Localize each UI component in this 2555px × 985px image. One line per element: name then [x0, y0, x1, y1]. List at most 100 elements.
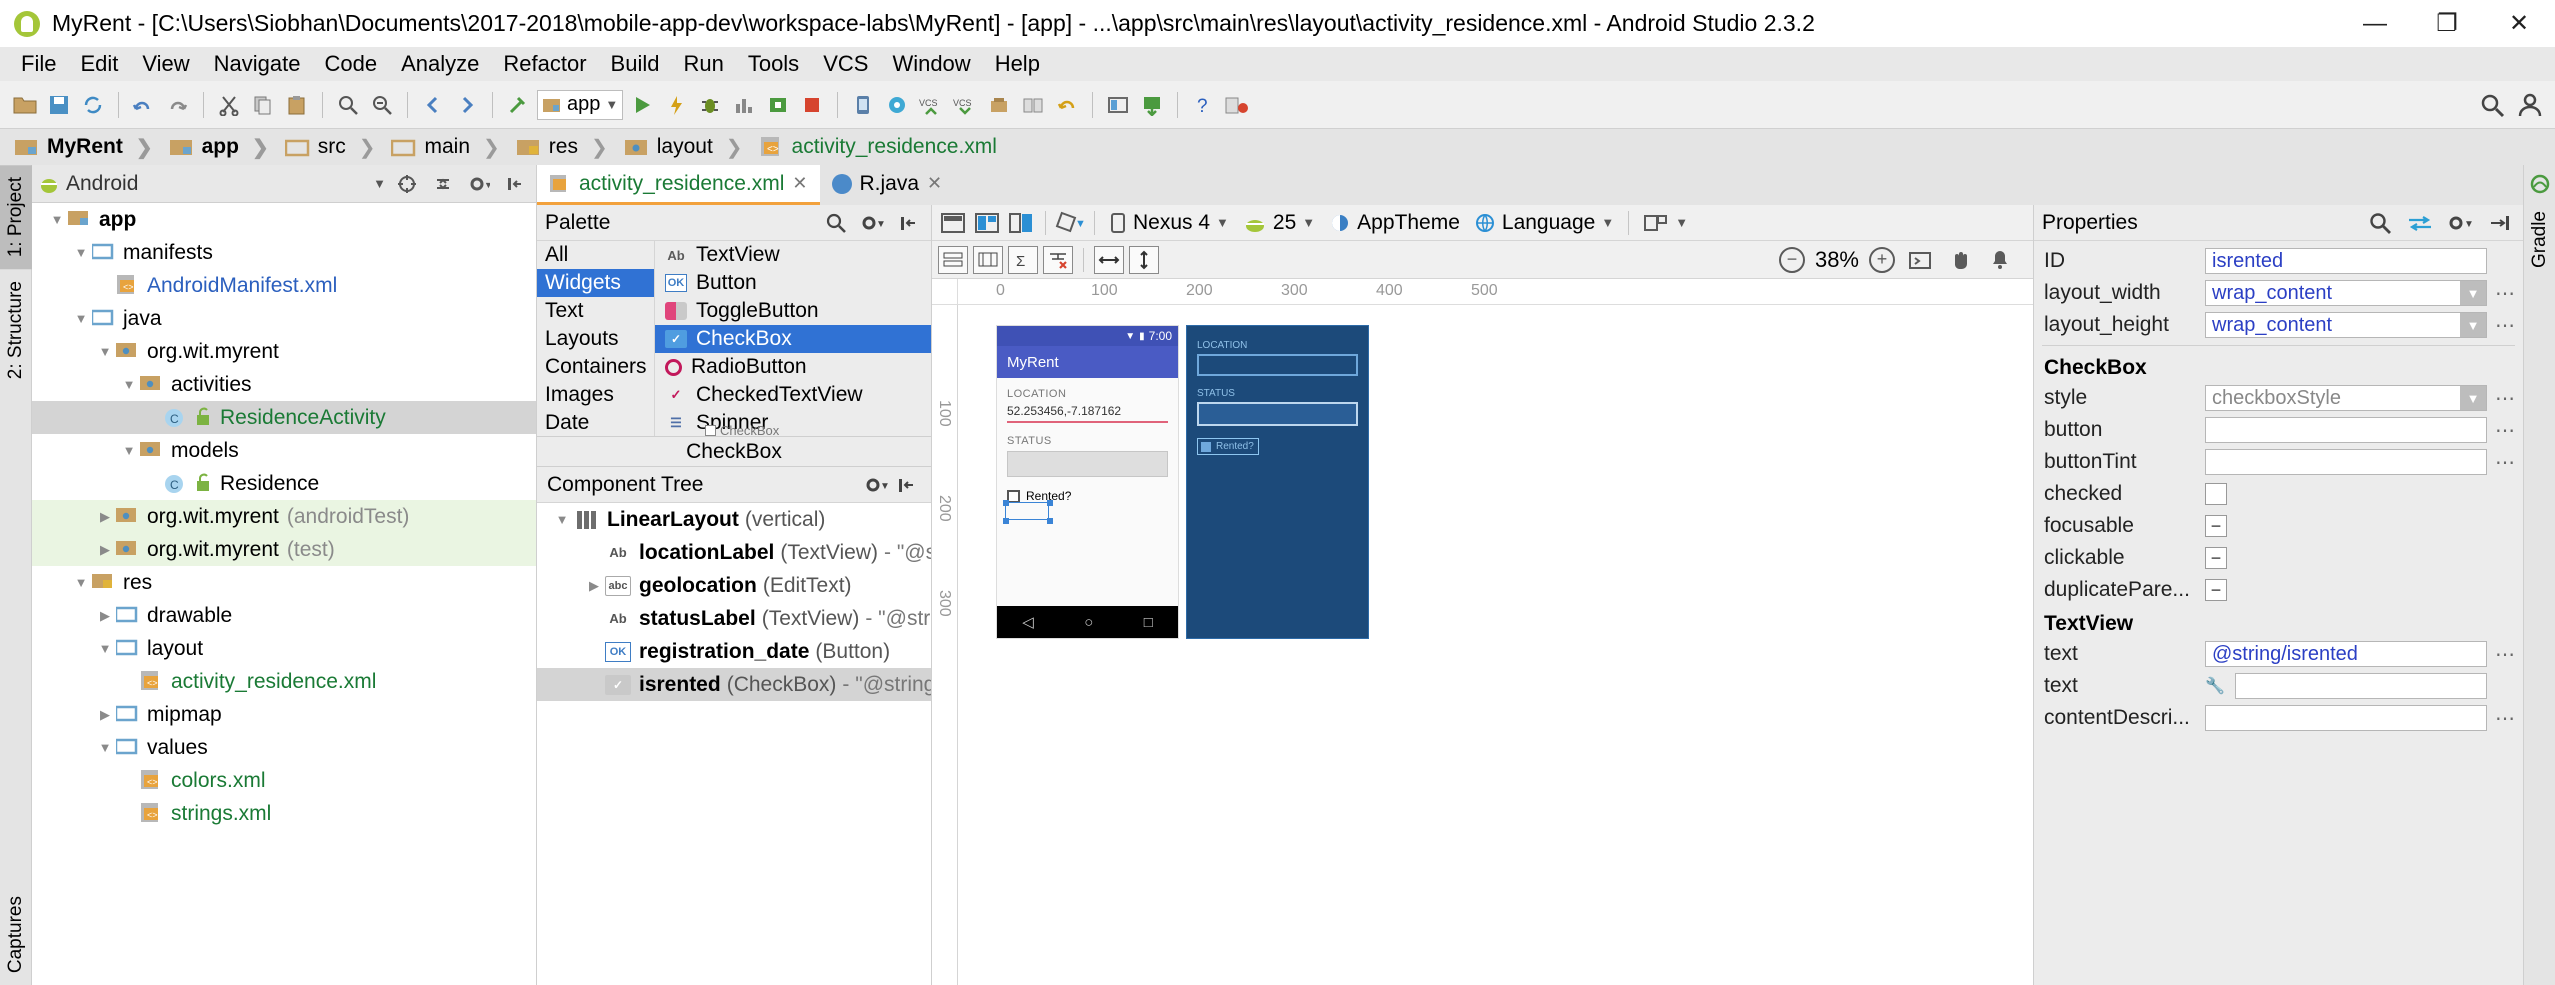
selection-handle-bl[interactable] — [1003, 518, 1009, 524]
search-everywhere-icon[interactable] — [2477, 90, 2507, 120]
rail-tab-gradle[interactable]: Gradle — [2524, 199, 2555, 280]
palette-group-containers[interactable]: Containers — [537, 353, 654, 381]
gradle-icon[interactable] — [2525, 169, 2555, 199]
apply-changes-icon[interactable] — [661, 90, 691, 120]
palette-item-button[interactable]: OKButton — [655, 269, 931, 297]
tree-expander-icon[interactable] — [70, 245, 92, 260]
sdk-manager-icon[interactable] — [882, 90, 912, 120]
project-tree-row[interactable]: org.wit.myrent(androidTest) — [32, 500, 536, 533]
project-tree-row[interactable]: activities — [32, 368, 536, 401]
analyze-icon[interactable] — [1222, 90, 1252, 120]
tree-expander-icon[interactable] — [94, 344, 116, 359]
close-icon[interactable]: ✕ — [792, 173, 807, 194]
forward-icon[interactable] — [452, 90, 482, 120]
align-vertical-icon[interactable] — [973, 246, 1003, 274]
breadcrumb-myrent[interactable]: MyRent❯ — [8, 129, 163, 165]
device-file-explorer-icon[interactable] — [1137, 90, 1167, 120]
property-more-button[interactable]: ⋯ — [2493, 706, 2517, 731]
preview-registration-date-button[interactable] — [1007, 451, 1168, 477]
tree-expander-icon[interactable] — [94, 509, 116, 525]
breadcrumb-layout[interactable]: layout❯ — [618, 129, 753, 165]
selection-handle-tl[interactable] — [1003, 500, 1009, 506]
save-all-icon[interactable] — [44, 90, 74, 120]
hide-panel-icon[interactable] — [500, 169, 530, 199]
palette-group-widgets[interactable]: Widgets — [537, 269, 654, 297]
component-tree-row[interactable]: ✓isrented(CheckBox)- "@string/isrented" — [537, 668, 931, 701]
palette-group-all[interactable]: All — [537, 241, 654, 269]
api-selector[interactable]: 25 ▼ — [1238, 211, 1320, 235]
layout-variants-selector[interactable]: ▼ — [1638, 212, 1693, 234]
menu-view[interactable]: View — [131, 48, 200, 80]
menu-help[interactable]: Help — [984, 48, 1051, 80]
menu-code[interactable]: Code — [314, 48, 389, 80]
project-tree-row[interactable]: values — [32, 731, 536, 764]
build-hammer-icon[interactable] — [503, 90, 533, 120]
paste-icon[interactable] — [282, 90, 312, 120]
tree-expander-icon[interactable] — [46, 212, 68, 227]
vcs-update-icon[interactable]: VCS — [916, 90, 946, 120]
project-tree-row[interactable]: layout — [32, 632, 536, 665]
project-tree-row[interactable]: manifests — [32, 236, 536, 269]
project-tree[interactable]: appmanifests<>AndroidManifest.xmljavaorg… — [32, 203, 536, 985]
property-value-field[interactable] — [2205, 705, 2487, 731]
run-configuration-selector[interactable]: app ▼ — [537, 90, 623, 120]
menu-file[interactable]: File — [10, 48, 67, 80]
profiler-icon[interactable] — [729, 90, 759, 120]
menu-refactor[interactable]: Refactor — [492, 48, 597, 80]
tab-r-java[interactable]: R.java ✕ — [820, 165, 955, 205]
component-tree-row[interactable]: abcgeolocation(EditText) — [537, 569, 931, 602]
component-tree[interactable]: LinearLayout(vertical)AblocationLabel(Te… — [537, 503, 931, 985]
project-tree-row[interactable]: java — [32, 302, 536, 335]
gear-icon[interactable]: ▼ — [464, 169, 494, 199]
palette-items[interactable]: AbTextViewOKButtonToggleButton✓CheckBoxR… — [655, 241, 931, 436]
tree-expander-icon[interactable] — [583, 578, 605, 594]
properties-list[interactable]: IDisrentedlayout_widthwrap_content▼⋯layo… — [2034, 241, 2523, 985]
menu-vcs[interactable]: VCS — [812, 48, 879, 80]
rail-tab-project[interactable]: 1: Project — [0, 165, 32, 269]
preview-geolocation-value[interactable]: 52.253456,-7.187162 — [1007, 404, 1168, 423]
tree-expander-icon[interactable] — [94, 740, 116, 755]
project-tree-row[interactable]: app — [32, 203, 536, 236]
bell-icon[interactable] — [1985, 246, 2015, 274]
project-tree-row[interactable]: CResidenceActivity — [32, 401, 536, 434]
component-tree-row[interactable]: OKregistration_date(Button) — [537, 635, 931, 668]
project-view-selector[interactable]: Android — [66, 172, 367, 196]
property-value-field[interactable]: checkboxStyle▼ — [2205, 385, 2487, 411]
properties-search-icon[interactable] — [2365, 208, 2395, 238]
palette-search-icon[interactable] — [821, 208, 851, 238]
properties-gear-icon[interactable]: ▼ — [2445, 208, 2475, 238]
maximize-button[interactable]: ❐ — [2411, 0, 2483, 47]
stop-icon[interactable] — [797, 90, 827, 120]
property-more-button[interactable]: ⋯ — [2493, 386, 2517, 411]
property-tristate[interactable]: − — [2205, 579, 2227, 601]
project-tree-row[interactable]: res — [32, 566, 536, 599]
component-tree-gear-icon[interactable]: ▼ — [861, 470, 891, 500]
property-more-button[interactable]: ⋯ — [2493, 281, 2517, 306]
layout-inspector-icon[interactable] — [1103, 90, 1133, 120]
clear-constraints-icon[interactable] — [1043, 246, 1073, 274]
menu-navigate[interactable]: Navigate — [203, 48, 312, 80]
user-icon[interactable] — [2515, 90, 2545, 120]
property-value-field[interactable]: wrap_content▼ — [2205, 280, 2487, 306]
property-value-field[interactable]: isrented — [2205, 248, 2487, 274]
blueprint-mode-icon[interactable] — [972, 209, 1002, 237]
run-icon[interactable] — [627, 90, 657, 120]
chevron-down-icon[interactable]: ▼ — [2460, 386, 2486, 410]
tree-expander-icon[interactable] — [118, 377, 140, 392]
tree-expander-icon[interactable] — [70, 311, 92, 326]
menu-window[interactable]: Window — [881, 48, 981, 80]
undo-icon[interactable] — [129, 90, 159, 120]
project-tree-row[interactable]: drawable — [32, 599, 536, 632]
breadcrumb-src[interactable]: src❯ — [279, 129, 386, 165]
breadcrumb-main[interactable]: main❯ — [385, 129, 509, 165]
vcs-commit-icon[interactable]: VCS — [950, 90, 980, 120]
palette-group-date[interactable]: Date — [537, 409, 654, 437]
expand-vertically-icon[interactable] — [1129, 246, 1159, 274]
property-value-field[interactable] — [2205, 449, 2487, 475]
blueprint-geolocation-box[interactable] — [1197, 354, 1358, 376]
chevron-down-icon[interactable]: ▼ — [373, 176, 386, 191]
redo-icon[interactable] — [163, 90, 193, 120]
tree-expander-icon[interactable] — [94, 542, 116, 558]
component-tree-hide-icon[interactable] — [891, 470, 921, 500]
selection-handle-br[interactable] — [1047, 518, 1053, 524]
